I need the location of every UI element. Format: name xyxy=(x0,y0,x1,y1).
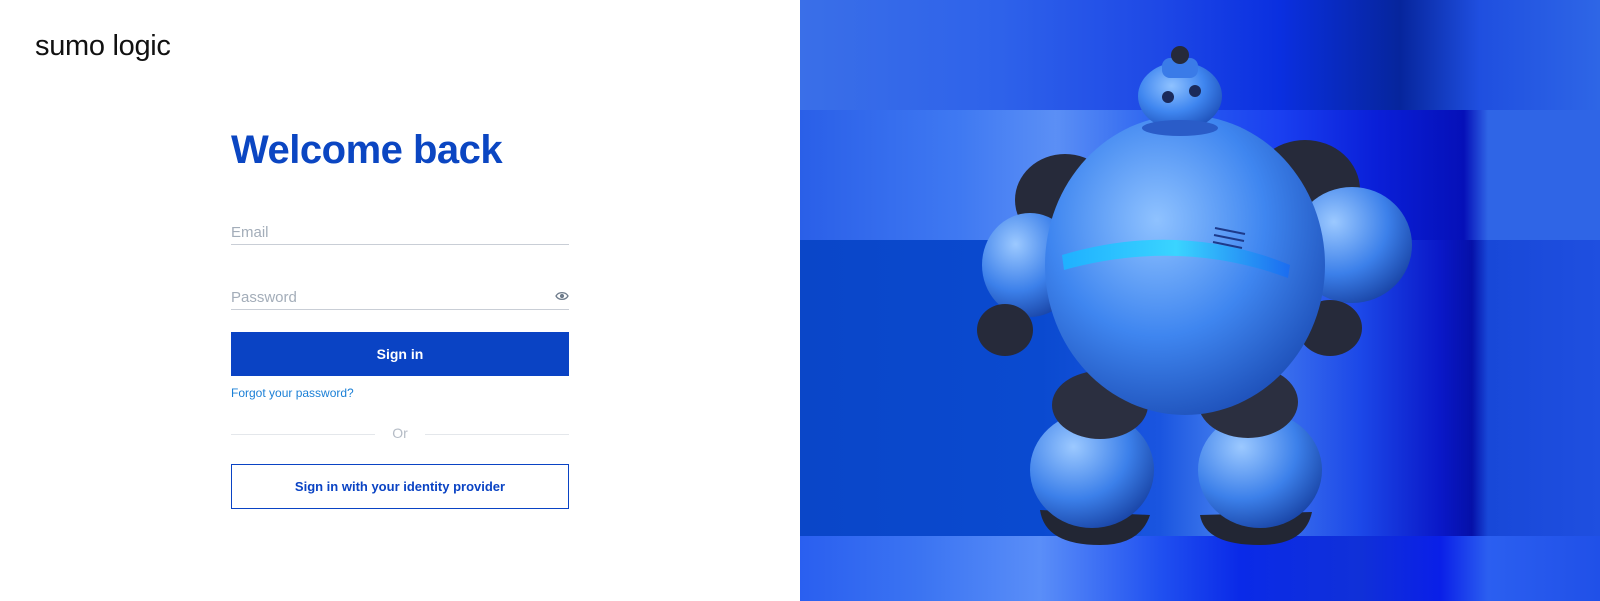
login-page: sumo logic Welcome back Sign in Forgot y… xyxy=(0,0,1600,601)
identity-provider-button[interactable]: Sign in with your identity provider xyxy=(231,464,569,509)
email-field-wrapper xyxy=(231,221,569,245)
divider-label: Or xyxy=(392,425,408,441)
sumo-logic-logo: sumo logic xyxy=(35,30,171,62)
hero-panel xyxy=(800,0,1600,601)
forgot-password-link[interactable]: Forgot your password? xyxy=(231,386,354,400)
robot-mascot-illustration xyxy=(977,46,1412,545)
eye-icon[interactable] xyxy=(555,290,569,302)
page-title: Welcome back xyxy=(231,128,503,172)
password-field[interactable] xyxy=(231,286,569,309)
or-divider: Or xyxy=(231,425,569,443)
sign-in-button[interactable]: Sign in xyxy=(231,332,569,376)
email-field[interactable] xyxy=(231,221,569,244)
password-field-wrapper xyxy=(231,286,569,310)
login-panel: sumo logic Welcome back Sign in Forgot y… xyxy=(0,0,800,601)
login-form: Welcome back Sign in Forgot your passwor… xyxy=(231,126,569,509)
divider-line-right xyxy=(425,434,569,435)
